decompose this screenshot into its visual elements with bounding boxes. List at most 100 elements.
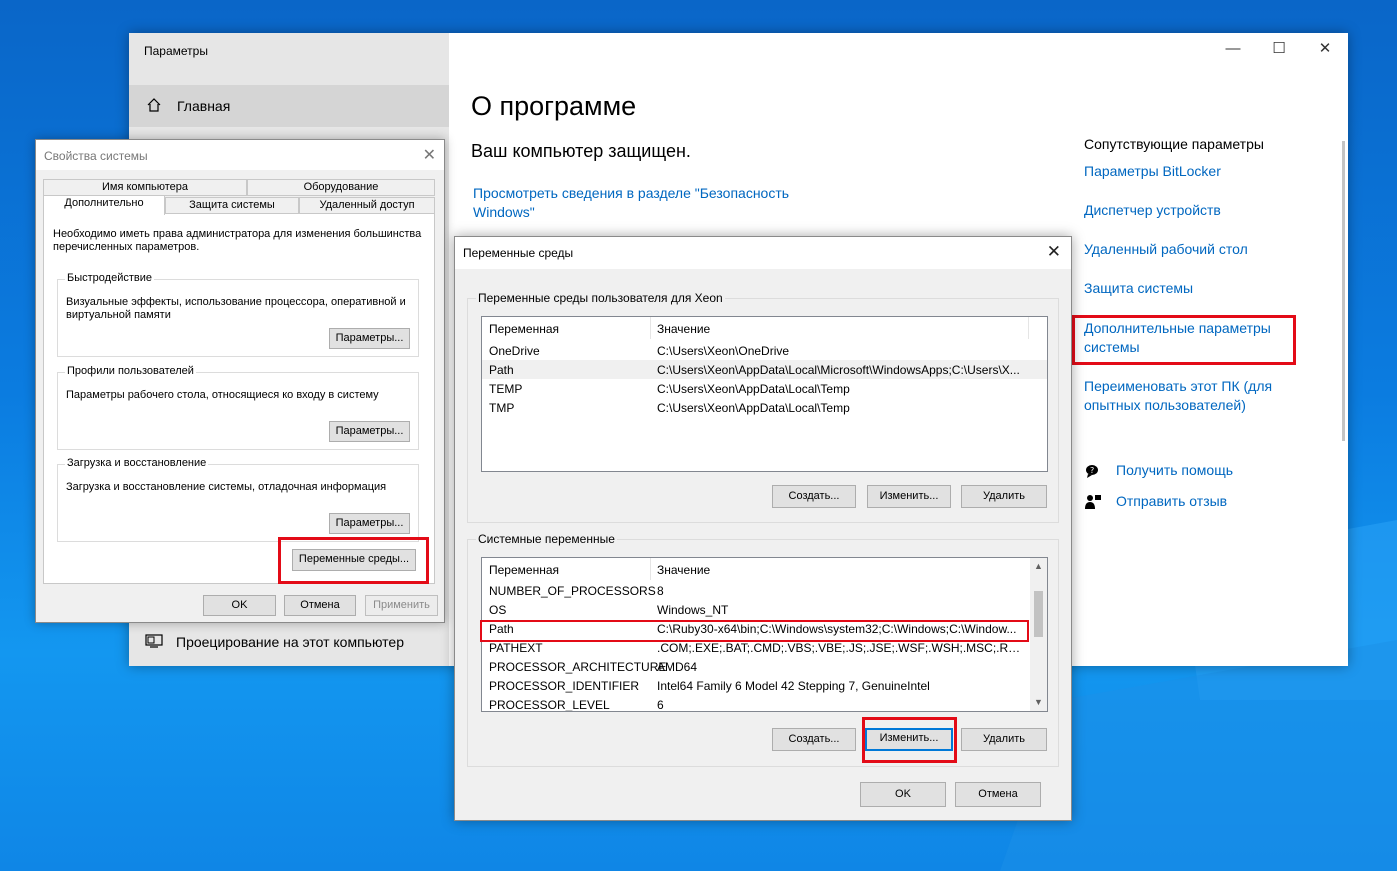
group-description: Параметры рабочего стола, относящиеся ко… [66, 389, 379, 401]
svg-text:?: ? [1090, 466, 1094, 475]
system-delete-button[interactable]: Удалить [961, 728, 1047, 751]
table-row[interactable]: PROCESSOR_ARCHITECTURE AMD64 [482, 657, 1047, 676]
feedback-label: Отправить отзыв [1116, 493, 1228, 509]
performance-group: Быстродействие Визуальные эффекты, испол… [57, 272, 419, 357]
help-icon: ? [1086, 465, 1098, 478]
user-variables-list[interactable]: Переменная Значение OneDrive C:\Users\Xe… [481, 316, 1048, 472]
related-settings-heading: Сопутствующие параметры [1084, 136, 1264, 152]
startup-recovery-settings-button[interactable]: Параметры... [329, 513, 410, 534]
variable-value: Windows_NT [657, 603, 729, 617]
table-row[interactable]: TEMP C:\Users\Xeon\AppData\Local\Temp [482, 379, 1047, 398]
environment-variables-dialog: Переменные среды ✕ Переменные среды поль… [454, 236, 1072, 821]
dialog-title: Переменные среды [463, 246, 574, 260]
group-title: Переменные среды пользователя для Xeon [476, 291, 725, 305]
system-protection-link[interactable]: Защита системы [1084, 279, 1304, 298]
cancel-button[interactable]: Отмена [955, 782, 1041, 807]
column-header-variable[interactable]: Переменная [489, 322, 559, 336]
column-header-value[interactable]: Значение [657, 322, 710, 336]
table-row[interactable]: Path C:\Users\Xeon\AppData\Local\Microso… [482, 360, 1047, 379]
user-create-button[interactable]: Создать... [772, 485, 856, 508]
tab-hardware[interactable]: Оборудование [247, 179, 435, 196]
table-row[interactable]: PROCESSOR_IDENTIFIER Intel64 Family 6 Mo… [482, 676, 1047, 695]
scroll-thumb[interactable] [1034, 591, 1043, 637]
apply-button[interactable]: Применить [365, 595, 438, 616]
security-link[interactable]: Просмотреть сведения в разделе "Безопасн… [473, 184, 803, 222]
dialog-titlebar: Переменные среды ✕ [455, 237, 1071, 269]
variable-value: .COM;.EXE;.BAT;.CMD;.VBS;.VBE;.JS;.JSE;.… [657, 641, 1025, 655]
close-button[interactable]: ✕ [1305, 39, 1345, 61]
group-title: Загрузка и восстановление [65, 457, 209, 469]
sidebar-item-projection[interactable]: Проецирование на этот компьютер [129, 625, 449, 659]
variable-value: 6 [657, 698, 664, 712]
variable-name: PROCESSOR_ARCHITECTURE [489, 660, 667, 674]
sidebar-item-label: Проецирование на этот компьютер [176, 634, 404, 650]
tab-advanced[interactable]: Дополнительно [43, 195, 165, 215]
ok-button[interactable]: OK [860, 782, 946, 807]
variable-value: C:\Users\Xeon\OneDrive [657, 344, 790, 358]
user-profiles-group: Профили пользователей Параметры рабочего… [57, 365, 419, 450]
system-properties-dialog: Свойства системы ✕ Имя компьютера Оборуд… [35, 139, 445, 623]
performance-settings-button[interactable]: Параметры... [329, 328, 410, 349]
bitlocker-link[interactable]: Параметры BitLocker [1084, 162, 1304, 181]
system-variables-group: Системные переменные Переменная Значение… [467, 532, 1059, 767]
variable-name: Path [489, 363, 514, 377]
dialog-titlebar: Свойства системы ✕ [36, 140, 444, 170]
table-row[interactable]: TMP C:\Users\Xeon\AppData\Local\Temp [482, 398, 1047, 417]
maximize-button[interactable]: ☐ [1259, 39, 1299, 61]
startup-recovery-group: Загрузка и восстановление Загрузка и вос… [57, 457, 419, 542]
tab-remote[interactable]: Удаленный доступ [299, 197, 435, 214]
highlight-box [480, 620, 1029, 642]
variable-name: TMP [489, 401, 515, 415]
highlight-box [862, 717, 957, 763]
feedback-icon [1085, 495, 1101, 509]
user-variables-group: Переменные среды пользователя для Xeon П… [467, 291, 1059, 523]
settings-scrollbar[interactable] [1342, 141, 1345, 441]
list-scrollbar[interactable]: ▲ ▼ [1030, 558, 1047, 711]
scroll-down-icon[interactable]: ▼ [1032, 697, 1045, 707]
variable-name: PATHEXT [489, 641, 543, 655]
user-delete-button[interactable]: Удалить [961, 485, 1047, 508]
window-title: Параметры [144, 44, 208, 58]
variable-name: PROCESSOR_LEVEL [489, 698, 610, 712]
cancel-button[interactable]: Отмена [284, 595, 356, 616]
variable-name: OneDrive [489, 344, 540, 358]
protection-status: Ваш компьютер защищен. [471, 141, 691, 161]
projection-icon [145, 634, 163, 648]
variable-value: C:\Users\Xeon\AppData\Local\Microsoft\Wi… [657, 363, 1020, 377]
scroll-up-icon[interactable]: ▲ [1032, 561, 1045, 571]
table-row[interactable]: NUMBER_OF_PROCESSORS 8 [482, 581, 1047, 600]
variable-name: NUMBER_OF_PROCESSORS [489, 584, 656, 598]
list-header: Переменная Значение [482, 558, 1047, 580]
group-title: Системные переменные [476, 532, 617, 546]
column-header-value[interactable]: Значение [657, 563, 710, 577]
close-button[interactable]: ✕ [423, 145, 436, 165]
variable-value: C:\Users\Xeon\AppData\Local\Temp [657, 401, 850, 415]
user-profiles-settings-button[interactable]: Параметры... [329, 421, 410, 442]
device-manager-link[interactable]: Диспетчер устройств [1084, 201, 1304, 220]
sidebar-item-home[interactable]: Главная [129, 85, 449, 127]
table-row[interactable]: OneDrive C:\Users\Xeon\OneDrive [482, 341, 1047, 360]
remote-desktop-link[interactable]: Удаленный рабочий стол [1084, 240, 1304, 259]
group-description: Загрузка и восстановление системы, отлад… [66, 481, 387, 493]
ok-button[interactable]: OK [203, 595, 276, 616]
group-title: Профили пользователей [65, 365, 196, 377]
table-row[interactable]: PROCESSOR_LEVEL 6 [482, 695, 1047, 712]
highlight-box [278, 537, 429, 584]
column-header-variable[interactable]: Переменная [489, 563, 559, 577]
variable-value: 8 [657, 584, 664, 598]
tab-system-protection[interactable]: Защита системы [165, 197, 299, 214]
variable-value: Intel64 Family 6 Model 42 Stepping 7, Ge… [657, 679, 930, 693]
close-button[interactable]: ✕ [1047, 242, 1061, 262]
sidebar-item-label: Главная [177, 98, 231, 114]
highlight-box [1072, 315, 1296, 365]
home-icon [147, 98, 161, 112]
tab-computer-name[interactable]: Имя компьютера [43, 179, 247, 196]
minimize-button[interactable]: — [1213, 39, 1253, 61]
rename-pc-link[interactable]: Переименовать этот ПК (для опытных польз… [1084, 377, 1284, 415]
system-create-button[interactable]: Создать... [772, 728, 856, 751]
variable-name: OS [489, 603, 507, 617]
user-edit-button[interactable]: Изменить... [867, 485, 951, 508]
variable-value: AMD64 [657, 660, 698, 674]
table-row[interactable]: OS Windows_NT [482, 600, 1047, 619]
variable-value: C:\Users\Xeon\AppData\Local\Temp [657, 382, 850, 396]
